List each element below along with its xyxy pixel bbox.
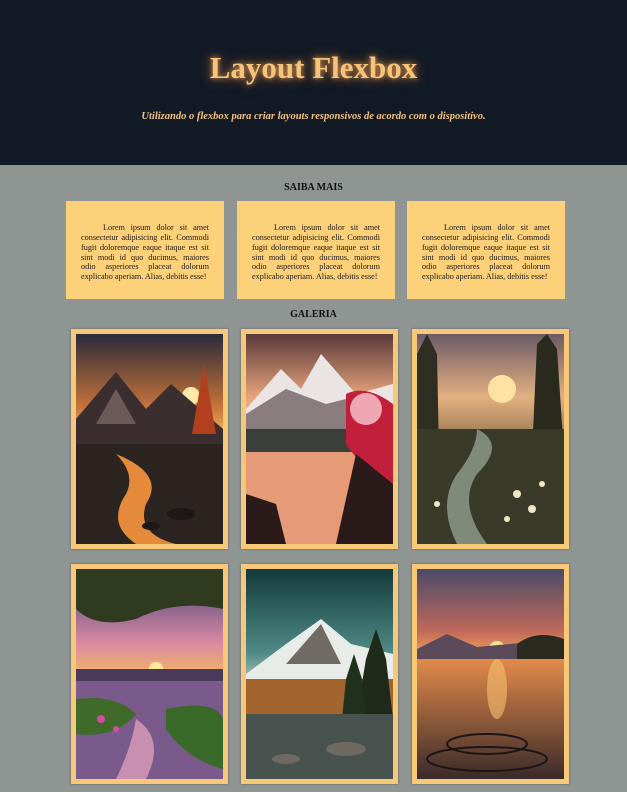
info-box: Lorem ipsum dolor sit amet consectetur a… [237,201,395,299]
gallery-image-mountain-sunset-river[interactable] [71,329,228,549]
landscape-image [76,334,223,544]
landscape-image [246,569,393,779]
gallery-image-forest-stream-flowers[interactable] [412,329,569,549]
saiba-mais-heading: SAIBA MAIS [284,182,343,193]
gallery-image-cherry-blossom-lake[interactable] [241,329,398,549]
info-box: Lorem ipsum dolor sit amet consectetur a… [407,201,565,299]
landscape-image [417,569,564,779]
galeria-heading: GALERIA [290,309,337,320]
page-header: Layout Flexbox Utilizando o flexbox para… [0,0,627,165]
landscape-image [246,334,393,544]
page-title: Layout Flexbox [209,50,418,85]
gallery-image-snowy-peak-forest[interactable] [241,564,398,784]
landscape-image [417,334,564,544]
gallery-image-sunset-lake-tree[interactable] [71,564,228,784]
gallery-image-golden-lake-sunset[interactable] [412,564,569,784]
info-box: Lorem ipsum dolor sit amet consectetur a… [66,201,224,299]
page-subtitle: Utilizando o flexbox para criar layouts … [141,111,486,122]
landscape-image [76,569,223,779]
